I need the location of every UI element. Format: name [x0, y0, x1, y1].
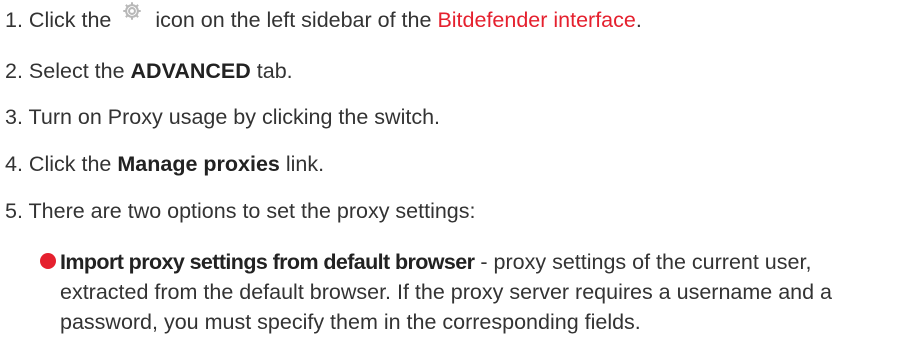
step-5-text: There are two options to set the proxy s…	[28, 199, 476, 223]
step-2-text-after: tab.	[256, 59, 293, 83]
step-4: 4. Click the Manage proxies link.	[5, 151, 324, 177]
step-2-number: 2.	[5, 59, 23, 83]
step-3-text: Turn on Proxy usage by clicking the swit…	[28, 105, 441, 129]
bullet-item-import-proxy: Import proxy settings from default brows…	[40, 247, 880, 337]
step-5-number: 5.	[5, 199, 23, 223]
bullet-text: Import proxy settings from default brows…	[60, 247, 880, 337]
manage-proxies-name: Manage proxies	[117, 152, 280, 176]
step-1-text-after: icon on the left sidebar of the	[155, 8, 432, 32]
bitdefender-interface-link[interactable]: Bitdefender interface	[437, 8, 635, 32]
bullet-separator: -	[474, 250, 494, 274]
step-4-text-after: link.	[285, 152, 325, 176]
step-1: 1. Click the icon on the left sidebar of…	[5, 2, 642, 33]
step-5: 5. There are two options to set the prox…	[5, 198, 476, 224]
step-4-text-before: Click the	[28, 152, 112, 176]
gear-icon	[123, 2, 142, 20]
step-2: 2. Select the ADVANCED tab.	[5, 58, 293, 84]
step-3-number: 3.	[5, 105, 23, 129]
advanced-tab-name: ADVANCED	[130, 59, 251, 83]
bullet-dot	[40, 253, 56, 269]
step-4-number: 4.	[5, 152, 23, 176]
step-3: 3. Turn on Proxy usage by clicking the s…	[5, 104, 440, 130]
step-1-period: .	[635, 8, 642, 32]
step-2-text-before: Select the	[28, 59, 125, 83]
step-1-text-before: Click the	[28, 8, 112, 32]
step-1-number: 1.	[5, 8, 23, 32]
bullet-title: Import proxy settings from default brows…	[60, 250, 475, 274]
